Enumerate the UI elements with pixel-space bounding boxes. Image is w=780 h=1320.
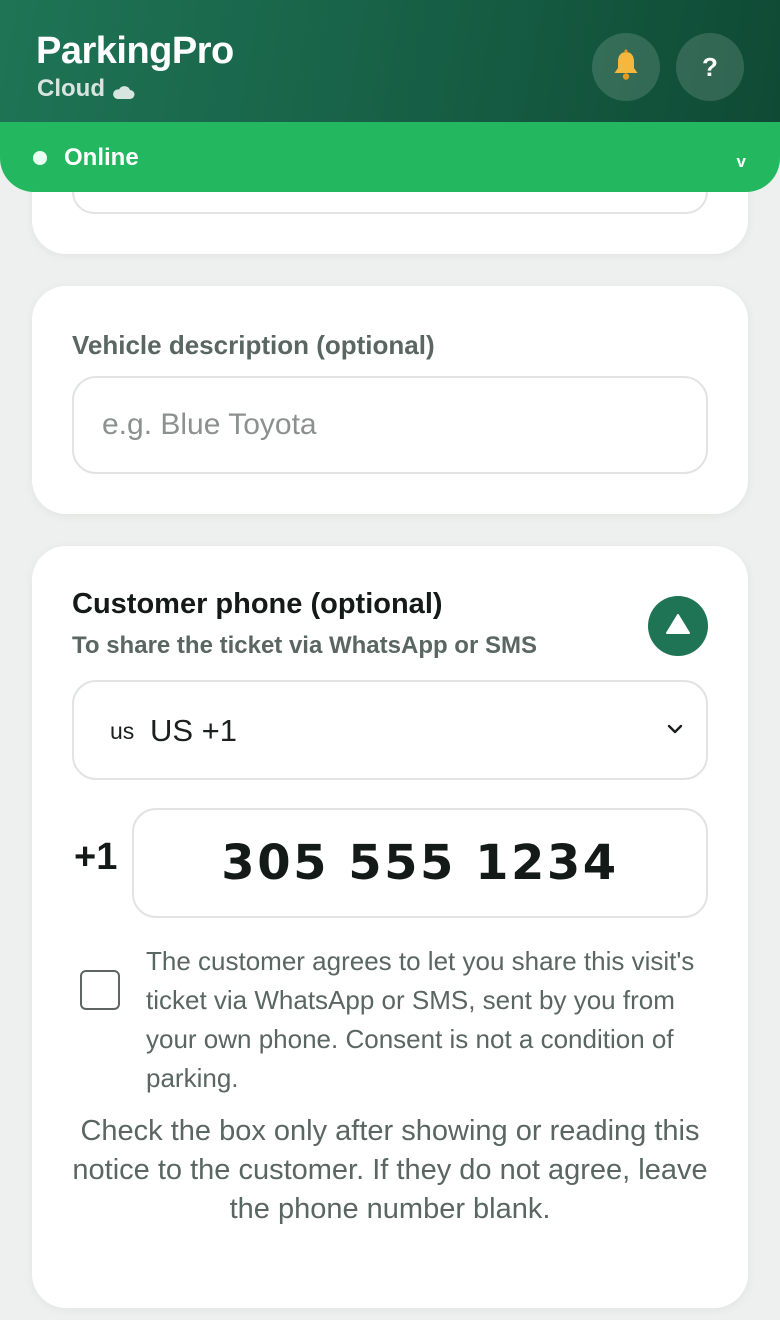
phone-number-value: 305 555 1234: [221, 835, 619, 891]
customer-phone-subtitle: To share the ticket via WhatsApp or SMS: [72, 632, 537, 659]
customer-phone-title: Customer phone (optional): [72, 588, 443, 620]
vehicle-description-card: Vehicle description (optional) e.g. Blue…: [32, 286, 748, 514]
customer-phone-card: Customer phone (optional) To share the t…: [32, 546, 748, 1308]
dial-prefix: +1: [74, 836, 118, 878]
notifications-button[interactable]: [592, 33, 660, 101]
collapse-section-button[interactable]: [648, 596, 708, 656]
vehicle-description-input[interactable]: e.g. Blue Toyota: [72, 376, 708, 474]
app-tier-label: Cloud: [37, 75, 105, 102]
connection-status-bar[interactable]: Online v: [0, 122, 780, 192]
consent-notice: Check the box only after showing or read…: [72, 1115, 708, 1225]
consent-checkbox[interactable]: [80, 970, 120, 1010]
expand-status-toggle[interactable]: v: [737, 152, 746, 172]
bell-icon: [611, 49, 641, 86]
app-header: ParkingPro Cloud ?: [0, 0, 780, 124]
country-flag: us: [110, 718, 135, 744]
vehicle-description-label: Vehicle description (optional): [72, 330, 435, 360]
vehicle-description-placeholder: e.g. Blue Toyota: [102, 408, 317, 441]
triangle-up-icon: [665, 613, 691, 640]
chevron-down-icon: [666, 722, 684, 740]
status-dot-icon: [33, 151, 47, 165]
app-name: ParkingPro: [36, 30, 234, 72]
page: ParkingPro Cloud ? Online v Vehicle desc…: [0, 0, 780, 1320]
consent-text: The customer agrees to let you share thi…: [146, 946, 695, 1093]
country-code-value: US +1: [150, 713, 238, 748]
app-tier: Cloud: [37, 75, 135, 103]
phone-number-input[interactable]: 305 555 1234: [132, 808, 708, 918]
cloud-icon: [111, 79, 135, 99]
status-text: Online: [64, 144, 139, 171]
help-button[interactable]: ?: [676, 33, 744, 101]
country-code-select[interactable]: us US +1: [72, 680, 708, 780]
